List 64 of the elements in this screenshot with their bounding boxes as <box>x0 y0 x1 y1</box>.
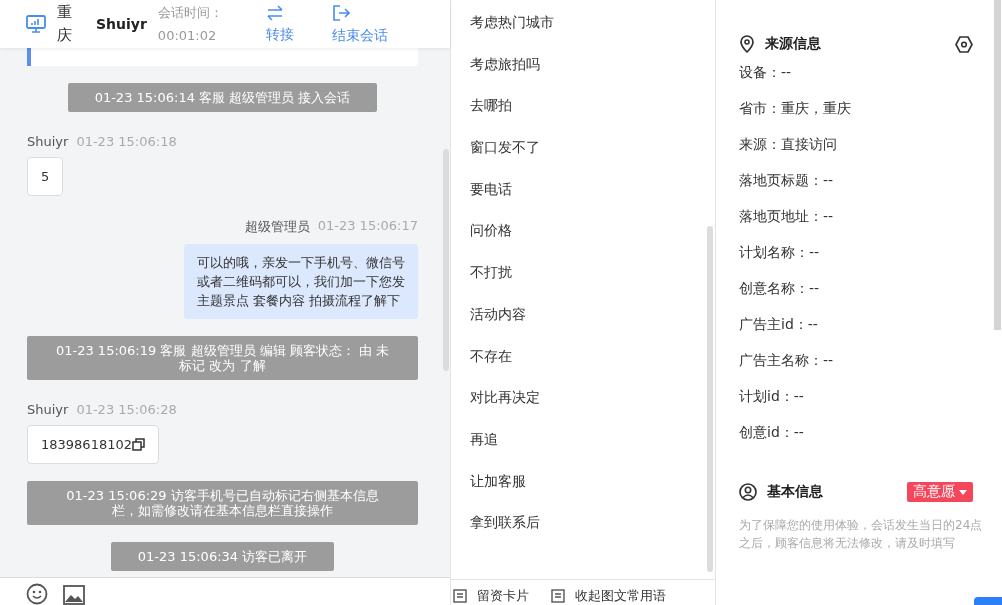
quick-reply-item[interactable]: 对比再决定 <box>470 389 715 431</box>
quick-reply-item[interactable]: 要电话 <box>470 180 715 223</box>
system-message: 01-23 15:06:14 客服 超级管理员 接入会话 <box>67 83 378 112</box>
system-message: 01-23 15:06:29 访客手机号已自动标记右侧基本信息栏，如需修改请在基本信息栏直接操作 <box>27 481 418 525</box>
info-field: 计划名称：-- <box>739 234 1002 270</box>
message-text: 5 <box>41 169 50 184</box>
quick-reply-item[interactable]: 考虑旅拍吗 <box>470 55 715 98</box>
location-label: 重庆 <box>57 1 72 46</box>
message-bubble: 可以的哦，亲发一下手机号、微信号或者二维码都可以，我们加一下您发主题景点 套餐内容 拍摄流程了解下 <box>184 244 418 319</box>
transfer-button[interactable]: 转接 <box>265 4 294 44</box>
toolbar-button[interactable]: 收起图文常用语 <box>551 587 666 605</box>
info-field: 广告主id：-- <box>739 306 1002 342</box>
duration-label: 会话时间： <box>157 4 224 22</box>
info-field: 落地页标题：-- <box>739 162 1002 198</box>
quick-reply-item[interactable]: 去哪拍 <box>470 97 715 140</box>
info-field: 计划id：-- <box>739 378 1002 414</box>
user-icon <box>739 483 757 501</box>
toolbar-button[interactable]: 留资卡片 <box>453 587 529 605</box>
duration-value: 00:01:02 <box>157 27 218 45</box>
scrollbar-thumb[interactable] <box>707 226 713 572</box>
info-field: 来源：直接访问 <box>739 126 1002 162</box>
quick-reply-item[interactable]: 考虑热门城市 <box>470 14 715 56</box>
caret-icon <box>959 489 967 495</box>
settings-icon[interactable] <box>955 35 973 53</box>
section-title: 来源信息 <box>765 35 821 53</box>
quick-reply-item[interactable]: 再追 <box>470 430 715 473</box>
quick-reply-item[interactable]: 活动内容 <box>470 305 715 348</box>
image-icon[interactable] <box>63 585 85 605</box>
quick-reply-item[interactable]: 让加客服 <box>470 472 715 515</box>
quick-reply-item[interactable]: 拿到联系后 <box>470 514 715 556</box>
info-field: 广告主名称：-- <box>739 342 1002 378</box>
location-pin-icon <box>739 35 755 53</box>
sender-name: Shuiyr <box>27 134 69 149</box>
info-field: 创意id：-- <box>739 414 1002 450</box>
exit-icon <box>331 3 350 22</box>
quick-reply-item[interactable]: 不打扰 <box>470 264 715 306</box>
quick-reply-item[interactable]: 问价格 <box>470 222 715 265</box>
sender-name: 超级管理员 <box>244 218 310 236</box>
system-message: 01-23 15:06:19 客服 超级管理员 编辑 顾客状态： 由 未标记 改为 了解 <box>27 336 418 380</box>
system-message: 01-23 15:06:34 访客已离开 <box>110 542 335 571</box>
scrollbar-thumb[interactable] <box>994 0 1001 330</box>
monitor-icon <box>26 15 46 33</box>
info-field: 创意名称：-- <box>739 270 1002 306</box>
info-field: 省市：重庆，重庆 <box>739 90 1002 126</box>
message-time: 01-23 15:06:18 <box>76 134 177 149</box>
swap-arrows-icon <box>265 4 284 21</box>
quick-reply-item[interactable]: 窗口发不了 <box>470 139 715 181</box>
quick-reply-item[interactable]: 不存在 <box>470 347 715 390</box>
info-note: 为了保障您的使用体验，会话发生当日的24点之后，顾客信息将无法修改，请及时填写 <box>739 517 984 552</box>
sender-name: Shuiyr <box>27 402 69 417</box>
intent-tag-dropdown[interactable]: 高意愿 <box>907 482 973 502</box>
document-icon <box>551 589 565 603</box>
message-text: 18398618102 <box>41 437 132 452</box>
emoji-icon[interactable] <box>26 583 48 605</box>
copy-icon[interactable] <box>132 438 145 451</box>
section-title: 基本信息 <box>767 483 823 501</box>
end-session-button[interactable]: 结束会话 <box>331 3 388 45</box>
document-icon <box>453 589 467 603</box>
scrollbar-thumb[interactable] <box>443 149 449 371</box>
info-field: 设备：-- <box>739 54 1002 90</box>
message-time: 01-23 15:06:28 <box>76 402 177 417</box>
visitor-name: Shuiyr <box>96 16 147 32</box>
info-field: 落地页地址：-- <box>739 198 1002 234</box>
message-time: 01-23 15:06:17 <box>317 218 418 235</box>
